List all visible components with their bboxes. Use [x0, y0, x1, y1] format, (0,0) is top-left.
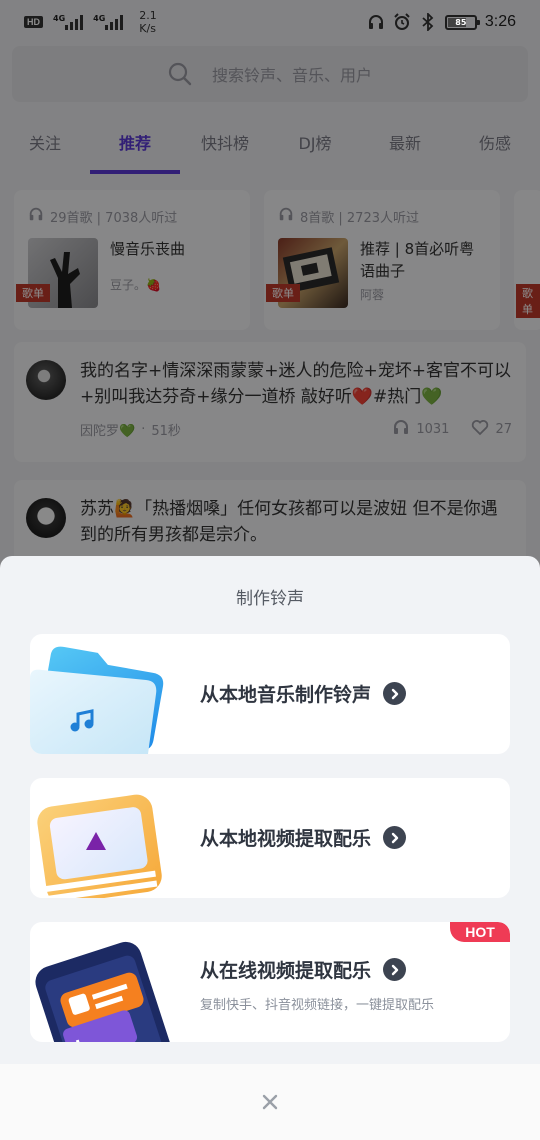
- local-music-option[interactable]: 从本地音乐制作铃声: [30, 634, 510, 754]
- option-label: 从在线视频提取配乐: [200, 960, 372, 982]
- option-label: 从本地音乐制作铃声: [200, 684, 372, 706]
- chevron-right-icon: [383, 682, 407, 705]
- close-button[interactable]: [250, 1082, 290, 1122]
- chevron-right-icon: [383, 958, 407, 981]
- local-video-option[interactable]: 从本地视频提取配乐: [30, 778, 510, 898]
- video-play-icon: [36, 794, 162, 898]
- option-label: 从本地视频提取配乐: [200, 828, 372, 850]
- folder-music-icon: [30, 646, 164, 754]
- close-icon: [262, 1094, 278, 1110]
- option-subtitle: 复制快手、抖音视频链接，一键提取配乐: [200, 998, 435, 1013]
- online-video-option[interactable]: 从在线视频提取配乐 复制快手、抖音视频链接，一键提取配乐 HOT: [30, 922, 510, 1042]
- phone-video-icon: [35, 941, 170, 1042]
- chevron-right-icon: [383, 826, 407, 849]
- make-ringtone-sheet: 制作铃声 从本地音乐制作铃声 从本地视频提取配乐 从在线视频提取配乐 复制快手、…: [0, 556, 540, 1140]
- hot-badge: HOT: [450, 922, 510, 942]
- sheet-footer: [0, 1064, 540, 1140]
- sheet-title: 制作铃声: [236, 589, 304, 609]
